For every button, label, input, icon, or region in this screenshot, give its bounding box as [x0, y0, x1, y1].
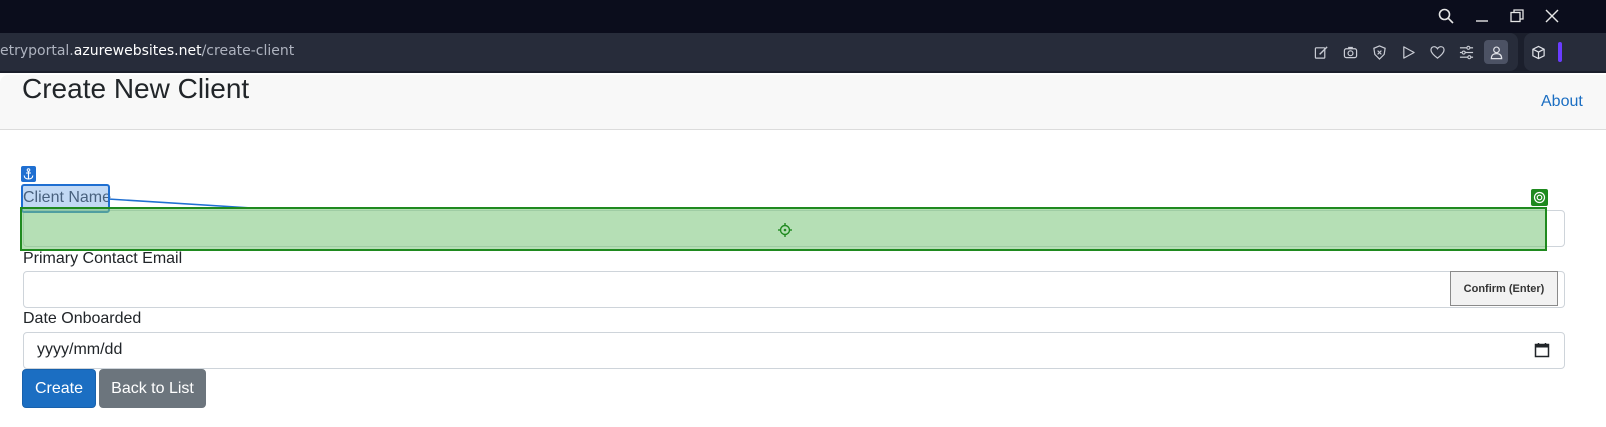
date-label: Date Onboarded	[23, 310, 142, 327]
heart-icon[interactable]	[1427, 42, 1447, 62]
target-highlight-box	[20, 207, 1547, 251]
browser-toolbar: etryportal.azurewebsites.net/create-clie…	[0, 33, 1606, 73]
address-url[interactable]: etryportal.azurewebsites.net/create-clie…	[0, 43, 294, 59]
play-icon[interactable]	[1398, 42, 1418, 62]
restore-icon[interactable]	[1504, 4, 1530, 28]
shield-icon[interactable]	[1369, 42, 1389, 62]
crosshair-icon	[778, 223, 792, 237]
search-icon[interactable]	[1433, 4, 1459, 28]
close-icon[interactable]	[1539, 4, 1565, 28]
email-input[interactable]	[23, 271, 1565, 308]
page-title: Create New Client	[22, 73, 250, 104]
web-page: About	[0, 75, 1606, 427]
url-host: azurewebsites.net	[73, 43, 202, 59]
url-path: /create-client	[201, 43, 295, 59]
date-placeholder: yyyy/mm/dd	[37, 341, 123, 358]
target-icon	[1531, 189, 1548, 206]
browser-titlebar	[0, 0, 1606, 33]
profile-icon[interactable]	[1484, 40, 1508, 64]
anchor-icon	[21, 166, 36, 182]
edit-icon[interactable]	[1311, 42, 1331, 62]
camera-icon[interactable]	[1340, 42, 1360, 62]
sliders-icon[interactable]	[1456, 42, 1476, 62]
create-button[interactable]: Create	[22, 369, 96, 408]
nav-link-about[interactable]: About	[1541, 93, 1583, 111]
extensions-area	[1524, 33, 1606, 71]
url-prefix: etryportal.	[0, 43, 74, 59]
confirm-enter-button[interactable]: Confirm (Enter)	[1450, 271, 1558, 306]
minimize-icon[interactable]	[1469, 4, 1495, 28]
sidebar-accent-bar	[1558, 42, 1562, 62]
calendar-icon[interactable]	[1534, 342, 1550, 358]
back-to-list-button[interactable]: Back to List	[99, 369, 206, 408]
email-label: Primary Contact Email	[23, 250, 183, 267]
address-bar[interactable]: etryportal.azurewebsites.net/create-clie…	[0, 33, 1518, 71]
date-input[interactable]: yyyy/mm/dd	[23, 332, 1565, 369]
extension-cube-icon[interactable]	[1528, 42, 1548, 62]
